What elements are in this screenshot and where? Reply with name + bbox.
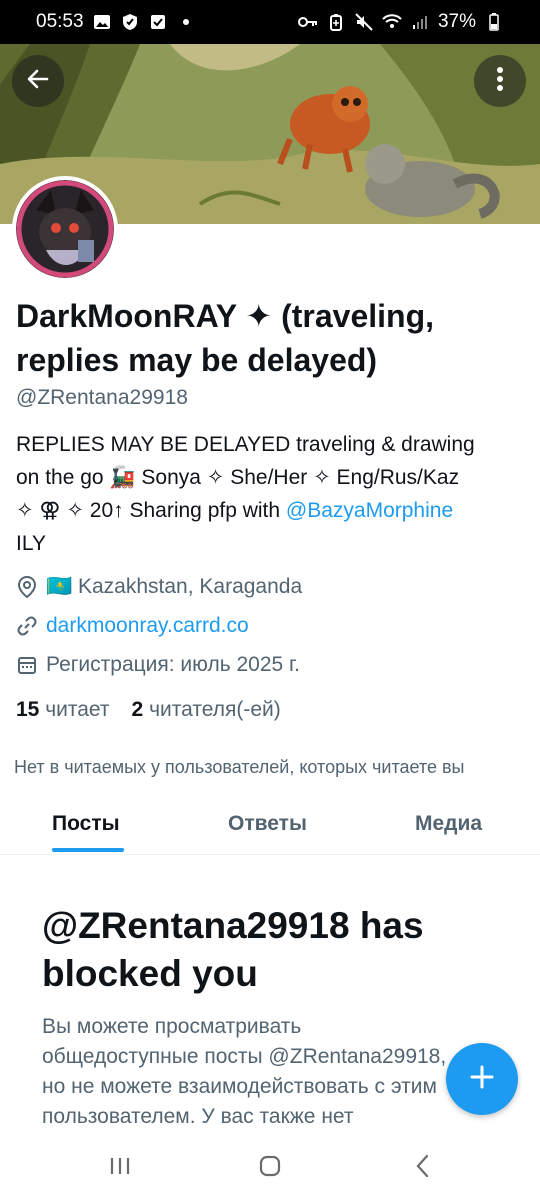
location-row: 🇰🇿 Kazakhstan, Karaganda	[16, 575, 302, 599]
blocked-title: @ZRentana29918 has blocked you	[42, 905, 424, 994]
battery-percent: 37%	[437, 11, 476, 32]
bio-mention-link[interactable]: @BazyaMorphine	[286, 499, 453, 522]
tab-media[interactable]: Медиа	[415, 812, 482, 836]
tab-posts[interactable]: Посты	[52, 812, 120, 836]
home-button[interactable]	[250, 1150, 290, 1186]
location-pin-icon	[16, 576, 38, 598]
bio-line: on the go 🚂 Sonya ✧ She/Her ✧ Eng/Rus/Ka…	[16, 466, 460, 489]
recent-apps-button[interactable]	[100, 1150, 140, 1186]
plus-icon	[469, 1064, 495, 1095]
key-icon	[297, 12, 318, 32]
back-nav-button[interactable]	[402, 1150, 442, 1186]
followers-label: читателя(-ей)	[149, 698, 281, 721]
battery-icon	[484, 12, 504, 32]
more-vertical-icon	[496, 66, 504, 97]
profile-name: DarkMoonRAY ✦ (traveling, replies may be…	[16, 298, 435, 378]
wifi-icon	[382, 12, 402, 32]
shield-icon	[120, 12, 140, 32]
bio-line: ILY	[16, 532, 46, 555]
bio-line: ✧ ⚢ ✧ 20↑ Sharing pfp with	[16, 499, 286, 522]
chevron-left-icon	[415, 1154, 429, 1183]
profile-tabs: Посты Ответы Медиа	[0, 798, 540, 855]
following-count: 15	[16, 698, 40, 721]
following-link[interactable]: 15 читает	[16, 698, 110, 722]
system-navigation-bar	[0, 1136, 540, 1200]
bio-line-with-link: ✧ ⚢ ✧ 20↑ Sharing pfp with @BazyaMorphin…	[16, 494, 526, 527]
avatar-illustration	[16, 180, 114, 278]
followers-link[interactable]: 2 читателя(-ей)	[132, 698, 281, 722]
more-options-button[interactable]	[474, 55, 526, 107]
profile-handle: @ZRentana29918	[16, 386, 188, 409]
battery-saver-icon	[326, 12, 346, 32]
joined-text: Регистрация: июль 2025 г.	[46, 653, 300, 676]
calendar-icon	[16, 654, 38, 676]
avatar[interactable]	[12, 176, 118, 282]
bio-line: REPLIES MAY BE DELAYED traveling & drawi…	[16, 433, 475, 456]
home-icon	[258, 1154, 282, 1183]
image-icon	[92, 12, 112, 32]
status-left: 05:53	[36, 11, 196, 33]
website-link[interactable]: darkmoonray.carrd.co	[46, 614, 249, 638]
follow-stats: 15 читает 2 читателя(-ей)	[16, 698, 281, 722]
recent-apps-icon	[109, 1156, 131, 1181]
joined-row: Регистрация: июль 2025 г.	[16, 653, 300, 677]
dot-icon	[176, 12, 196, 32]
active-tab-indicator	[52, 848, 124, 852]
arrow-left-icon	[25, 66, 51, 97]
compose-button[interactable]	[446, 1043, 518, 1115]
tab-replies[interactable]: Ответы	[228, 812, 307, 836]
mute-icon	[354, 12, 374, 32]
status-time: 05:53	[36, 11, 84, 32]
signal-icon	[410, 12, 430, 32]
status-right: 37%	[297, 11, 504, 33]
followers-you-follow-note: Нет в читаемых у пользователей, которых …	[14, 757, 465, 777]
website-row: darkmoonray.carrd.co	[16, 614, 249, 638]
back-button[interactable]	[12, 55, 64, 107]
location-text: 🇰🇿 Kazakhstan, Karaganda	[46, 575, 303, 598]
following-label: читает	[45, 698, 110, 721]
followers-count: 2	[131, 698, 144, 721]
status-bar: 05:53 37%	[0, 0, 540, 44]
check-icon	[148, 12, 168, 32]
profile-bio: REPLIES MAY BE DELAYED traveling & drawi…	[16, 428, 526, 560]
blocked-description: Вы можете просматривать общедоступные по…	[42, 1015, 447, 1128]
link-icon	[16, 615, 38, 637]
